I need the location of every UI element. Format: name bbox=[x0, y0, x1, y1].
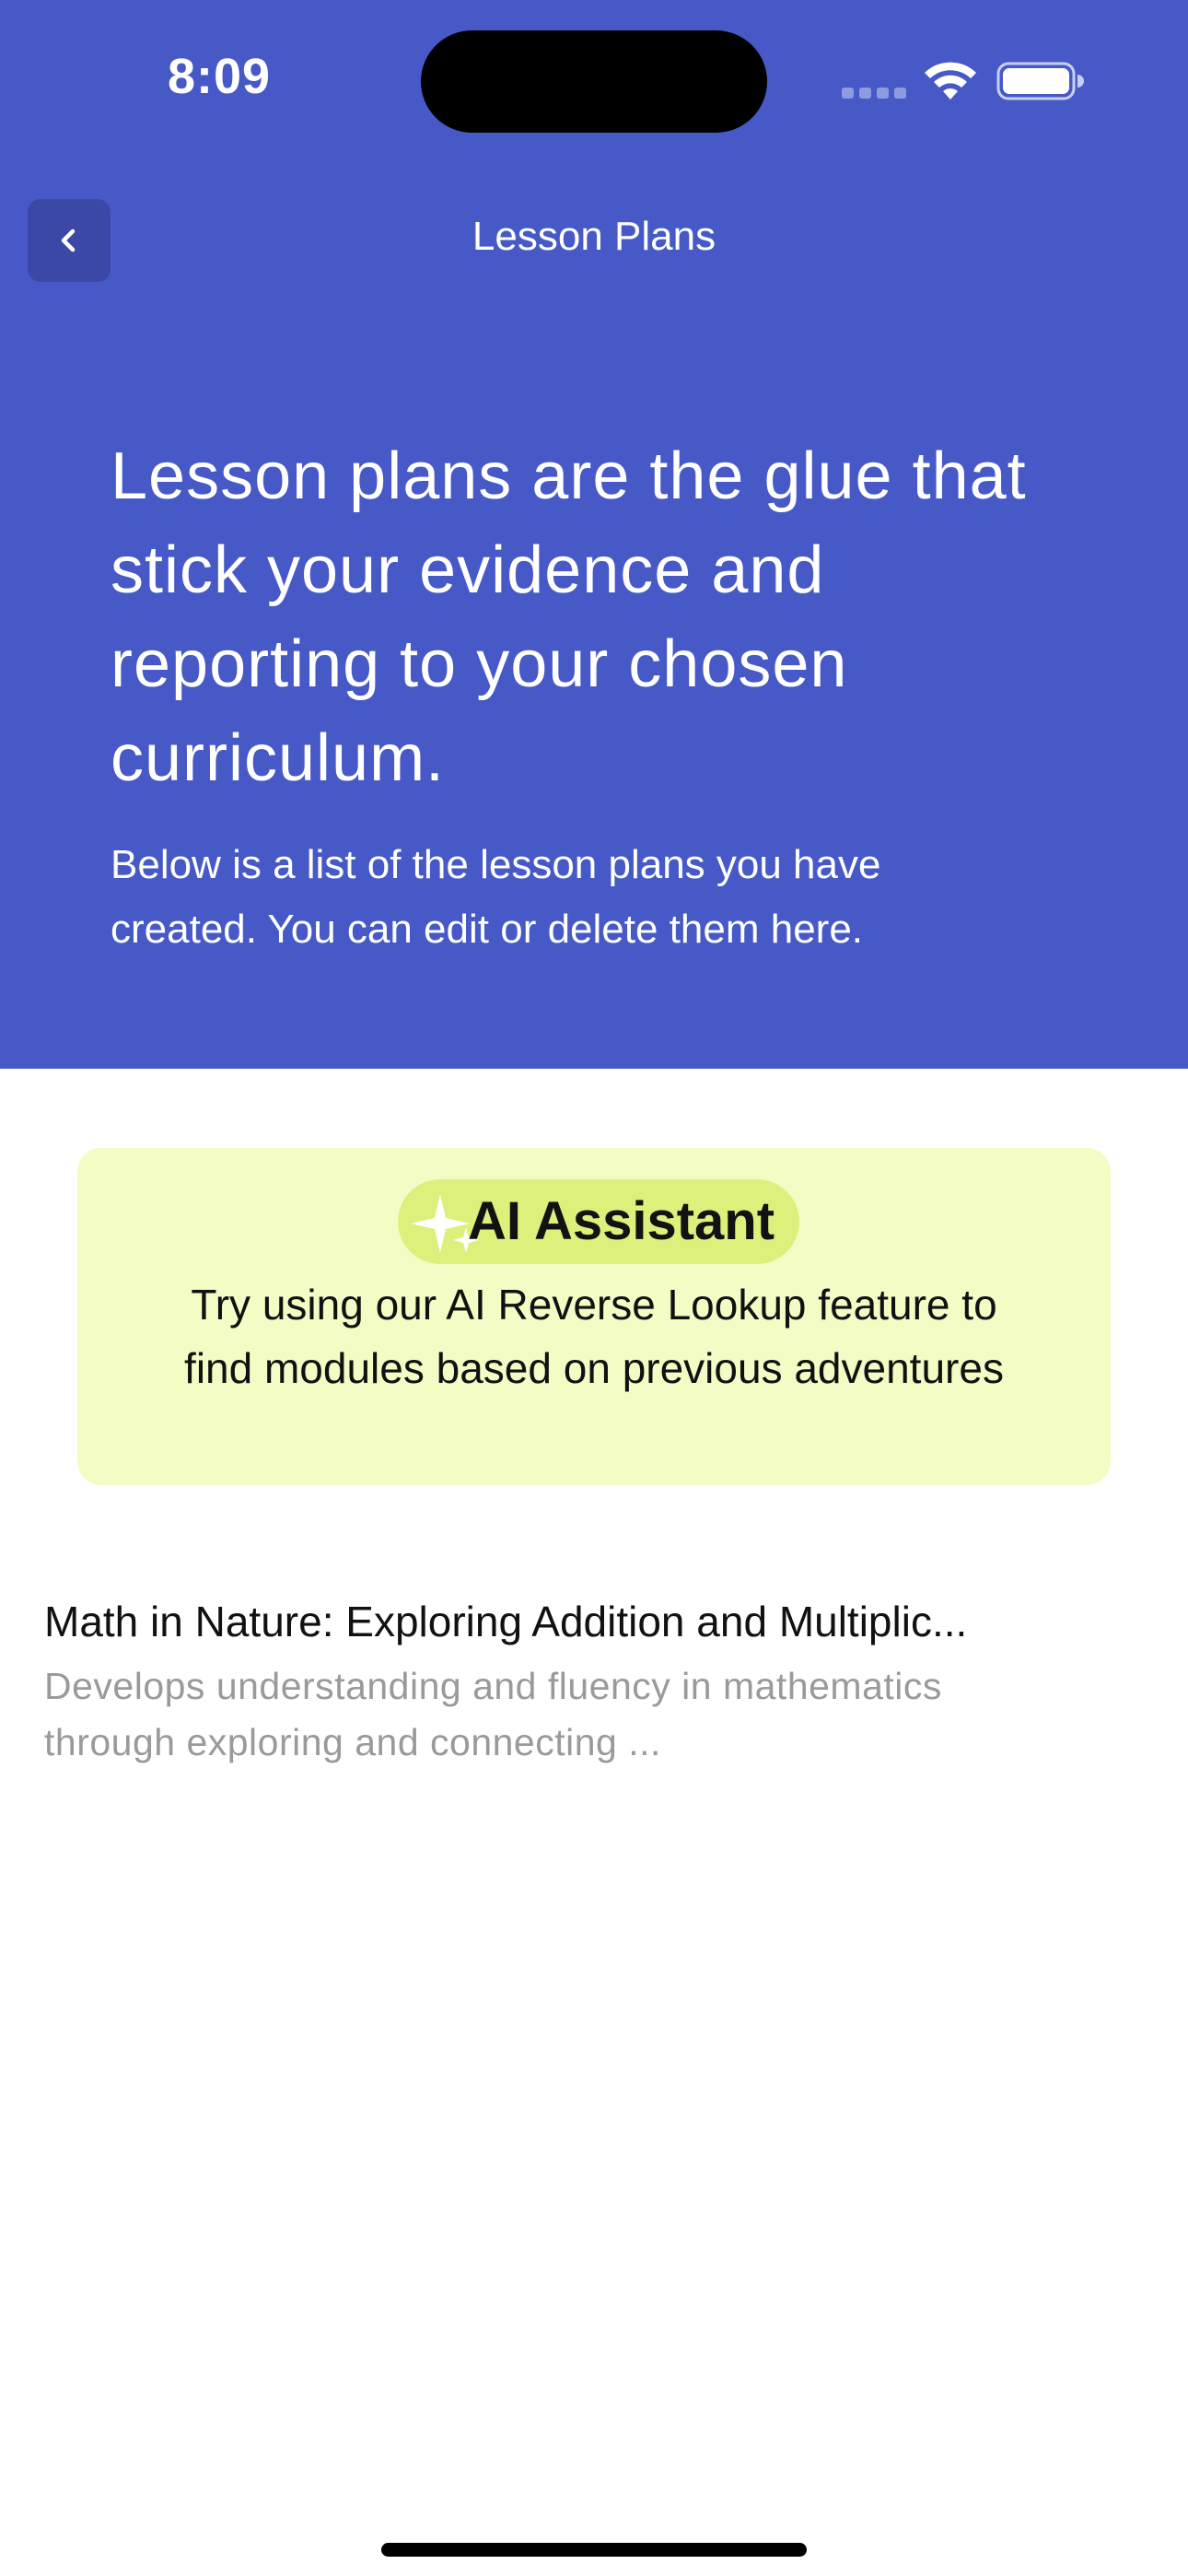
lesson-description: Develops understanding and fluency in ma… bbox=[44, 1665, 942, 1763]
cellular-signal-icon bbox=[842, 86, 906, 99]
wifi-icon bbox=[925, 62, 976, 100]
ai-assistant-badge: AI Assistant bbox=[398, 1179, 799, 1264]
ai-assistant-description: Try using our AI Reverse Lookup feature … bbox=[184, 1281, 1004, 1392]
home-indicator[interactable] bbox=[381, 2543, 807, 2557]
page-title: Lesson Plans bbox=[472, 214, 716, 259]
status-time: 8:09 bbox=[168, 49, 272, 104]
ai-assistant-label: AI Assistant bbox=[468, 1191, 775, 1251]
dynamic-island bbox=[421, 30, 767, 133]
status-bar: 8:09 bbox=[0, 0, 1188, 157]
lesson-list-item[interactable]: Math in Nature: Exploring Addition and M… bbox=[44, 1585, 1144, 1769]
hero-subtext: Below is a list of the lesson plans you … bbox=[111, 842, 881, 952]
battery-icon bbox=[996, 62, 1084, 100]
hero-header: 8:09 Lesson Plans Lesson plans are the g… bbox=[0, 0, 1188, 1069]
lesson-plans-screen: 8:09 Lesson Plans Lesson plans are the g… bbox=[0, 0, 1188, 2576]
ai-assistant-card[interactable]: AI Assistant Try using our AI Reverse Lo… bbox=[77, 1148, 1111, 1485]
lesson-title: Math in Nature: Exploring Addition and M… bbox=[44, 1598, 968, 1645]
hero-heading: Lesson plans are the glue that stick you… bbox=[111, 439, 1027, 795]
